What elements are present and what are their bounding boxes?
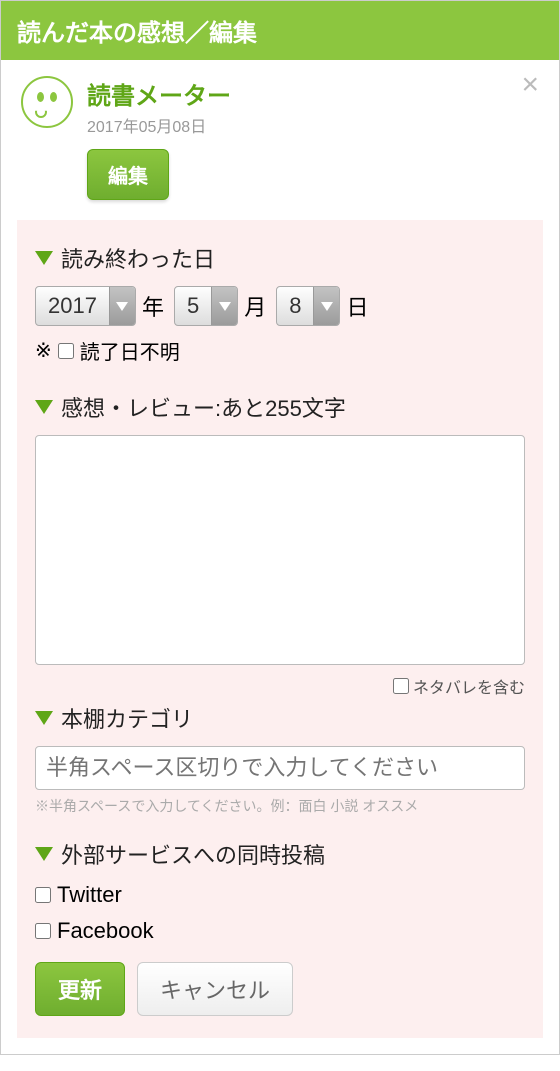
chevron-down-icon — [313, 286, 339, 326]
button-row: 更新 キャンセル — [35, 962, 525, 1016]
user-date: 2017年05月08日 — [87, 113, 231, 137]
section-finished-date: 読み終わった日 — [35, 242, 525, 274]
close-icon[interactable]: × — [521, 70, 539, 100]
cancel-button[interactable]: キャンセル — [137, 962, 293, 1016]
update-button[interactable]: 更新 — [35, 962, 125, 1016]
chevron-down-icon — [211, 286, 237, 326]
section-review: 感想・レビュー:あと255文字 — [35, 391, 525, 423]
triangle-down-icon — [35, 400, 53, 414]
month-suffix: 月 — [244, 290, 266, 322]
year-suffix: 年 — [142, 290, 164, 322]
facebook-checkbox[interactable] — [35, 923, 51, 939]
section-external: 外部サービスへの同時投稿 — [35, 838, 525, 870]
day-suffix: 日 — [346, 290, 368, 322]
user-row: 読書メーター 2017年05月08日 編集 × — [1, 60, 559, 220]
spoiler-label: ネタバレを含む — [413, 674, 525, 698]
year-select[interactable]: 2017 — [35, 286, 136, 326]
spoiler-checkbox[interactable] — [393, 678, 409, 694]
triangle-down-icon — [35, 711, 53, 725]
triangle-down-icon — [35, 251, 53, 265]
date-row: 2017 年 5 月 8 日 — [35, 286, 525, 326]
spoiler-row: ネタバレを含む — [35, 674, 525, 698]
month-select[interactable]: 5 — [174, 286, 238, 326]
shelf-input[interactable] — [35, 746, 525, 790]
facebook-option[interactable]: Facebook — [35, 918, 525, 944]
twitter-checkbox[interactable] — [35, 887, 51, 903]
user-info: 読書メーター 2017年05月08日 編集 — [87, 76, 231, 200]
chevron-down-icon — [109, 286, 135, 326]
form-panel: 読み終わった日 2017 年 5 月 8 日 ※ 読了日不明 感想・レビュー:あ… — [17, 220, 543, 1038]
triangle-down-icon — [35, 847, 53, 861]
twitter-option[interactable]: Twitter — [35, 882, 525, 908]
section-shelf: 本棚カテゴリ — [35, 702, 525, 734]
day-select[interactable]: 8 — [276, 286, 340, 326]
review-textarea[interactable] — [35, 435, 525, 665]
user-name: 読書メーター — [87, 76, 231, 111]
dialog-title: 読んだ本の感想／編集 — [1, 1, 559, 60]
shelf-hint: ※半角スペースで入力してください。例：面白 小説 オススメ — [35, 796, 525, 816]
date-unknown-row: ※ 読了日不明 — [35, 336, 525, 365]
date-unknown-label: 読了日不明 — [80, 336, 180, 365]
asterisk-note: ※ — [35, 338, 52, 363]
avatar-icon — [21, 76, 73, 128]
date-unknown-checkbox[interactable] — [58, 343, 74, 359]
external-list: Twitter Facebook — [35, 882, 525, 944]
edit-button[interactable]: 編集 — [87, 149, 169, 200]
edit-dialog: 読んだ本の感想／編集 読書メーター 2017年05月08日 編集 × 読み終わっ… — [0, 0, 560, 1055]
